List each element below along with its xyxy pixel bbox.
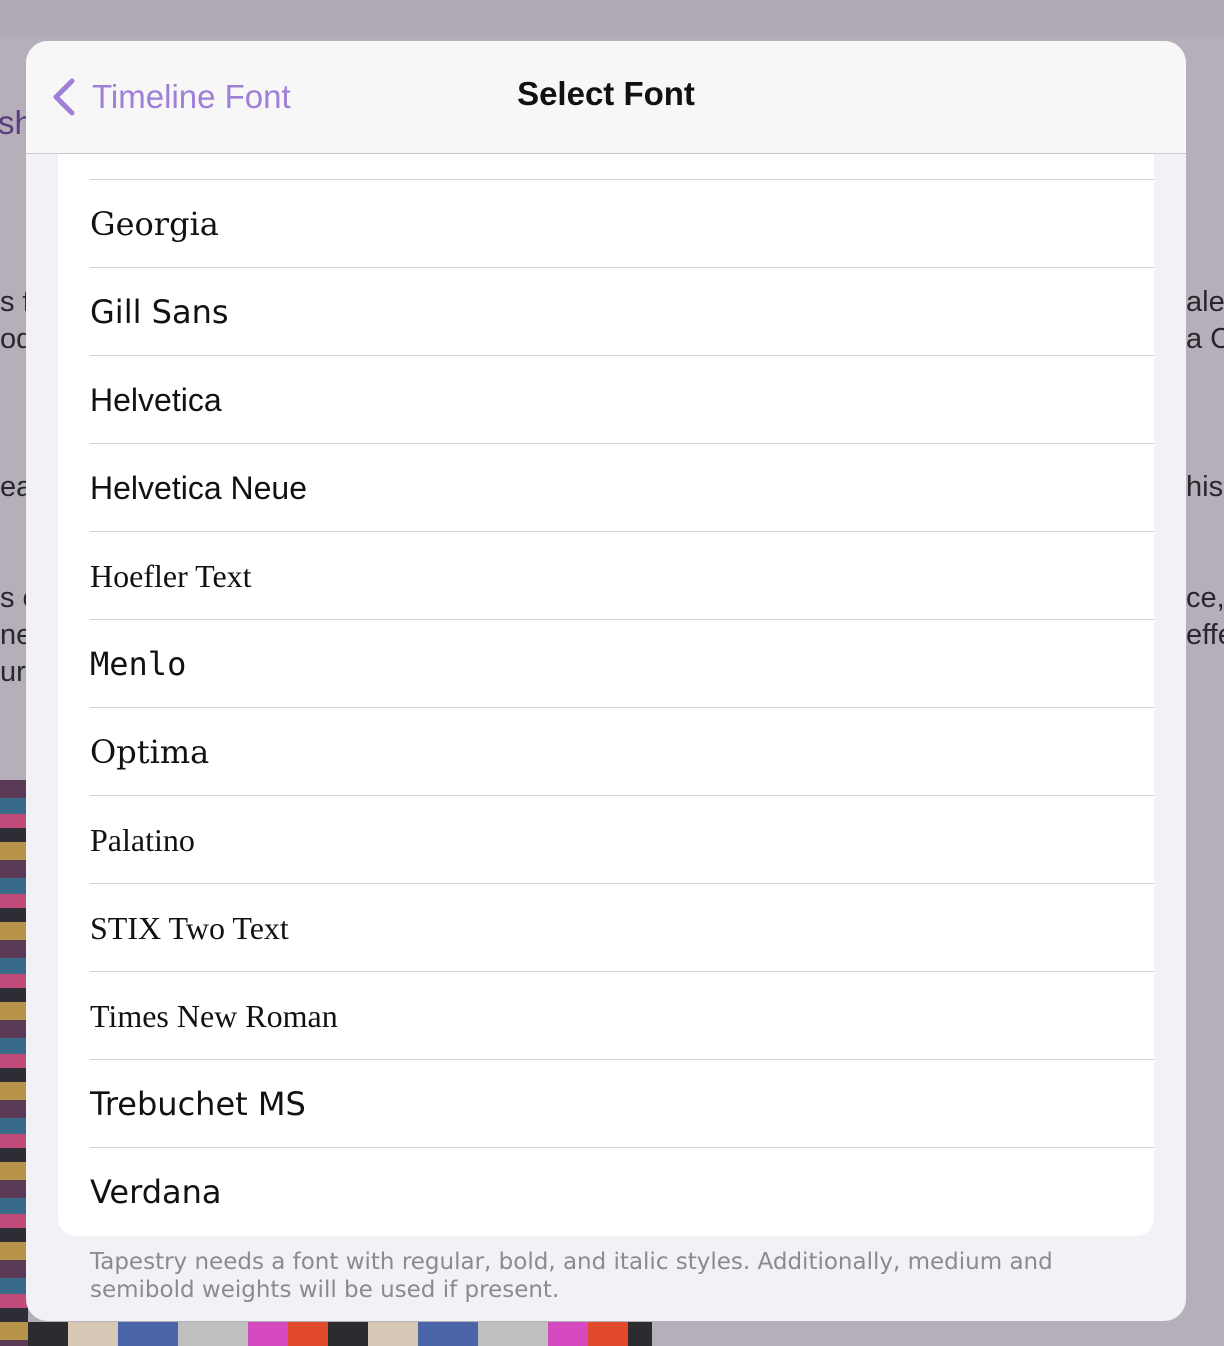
font-option-trebuchet-ms[interactable]: Trebuchet MS [58,1060,1154,1148]
font-option-label: Optima [90,733,210,771]
navigation-bar: Timeline Font Select Font [26,41,1186,154]
background-image-collage [28,1322,652,1346]
font-option-label: Gill Sans [90,293,229,331]
font-option-label: Palatino [90,822,195,858]
font-option-label: Trebuchet MS [90,1085,306,1123]
font-option-georgia[interactable]: Georgia [58,180,1154,268]
font-option-label: Helvetica Neue [90,470,307,506]
page-title: Select Font [517,75,695,112]
font-list[interactable]: Georgia Gill Sans Helvetica Helvetica Ne… [58,154,1154,1236]
font-option-helvetica-neue[interactable]: Helvetica Neue [58,444,1154,532]
font-option-label: Hoefler Text [90,558,252,594]
footer-note: Tapestry needs a font with regular, bold… [90,1249,1053,1303]
background-text-fragment: ale [1186,286,1224,318]
select-font-sheet: Timeline Font Select Font Georgia Gill S… [26,41,1186,1321]
font-option-menlo[interactable]: Menlo [58,620,1154,708]
font-option-stix-two-text[interactable]: STIX Two Text [58,884,1154,972]
font-option-label: Times New Roman [90,998,338,1034]
font-option-gill-sans[interactable]: Gill Sans [58,268,1154,356]
font-option-label: Helvetica [90,382,222,418]
background-text-fragment: his [1186,471,1224,503]
font-option-optima[interactable]: Optima [58,708,1154,796]
background-image-collage [0,780,28,1346]
font-option-label: STIX Two Text [90,910,289,946]
font-option-label: Georgia [90,205,219,243]
background-text-fragment: ce, [1186,582,1224,614]
background-text-fragment: a C [1186,323,1224,355]
font-option-label: Menlo [90,645,187,683]
font-option-palatino[interactable]: Palatino [58,796,1154,884]
font-option-times-new-roman[interactable]: Times New Roman [58,972,1154,1060]
font-option-hoefler-text[interactable]: Hoefler Text [58,532,1154,620]
font-option-verdana[interactable]: Verdana [58,1148,1154,1236]
background-text-fragment: effe [1186,619,1224,651]
font-option-helvetica[interactable]: Helvetica [58,356,1154,444]
background-top-bar [0,0,1224,36]
font-option-label: Verdana [90,1173,222,1211]
